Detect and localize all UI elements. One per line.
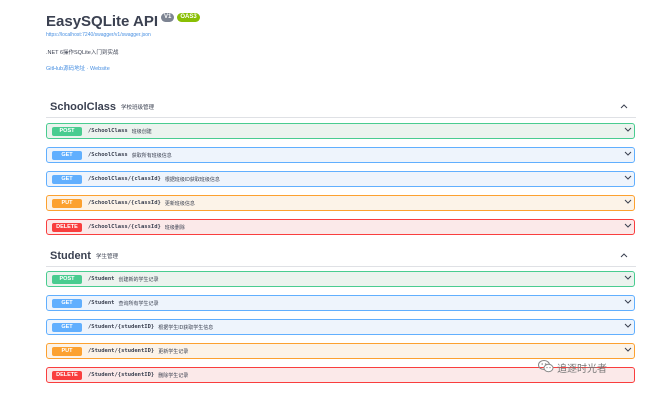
method-badge: DELETE [52,370,82,380]
chevron-down-icon[interactable] [624,275,632,281]
operation-summary: 根据学生ID获取学生信息 [158,324,214,331]
tag-name: SchoolClass [50,101,117,113]
operation-summary: 班级创建 [131,128,152,135]
operation-row[interactable]: GET /SchoolClass 获取所有班级信息 [46,147,635,163]
operation-summary: 获取所有班级信息 [131,152,172,159]
api-title: EasySQLite API [46,13,158,30]
operation-row[interactable]: PUT /SchoolClass/{classId} 更新班级信息 [46,195,635,211]
operation-summary: 根据班级ID获取班级信息 [164,176,220,183]
tag-student[interactable]: Student 学生管理 [46,246,636,267]
chevron-down-icon[interactable] [624,299,632,305]
chevron-down-icon[interactable] [624,175,632,181]
operation-path: /Student/{studentID} [88,372,155,378]
operation-path: /SchoolClass/{classId} [88,176,161,182]
operation-summary: 更新学生记录 [158,348,189,355]
operation-row[interactable]: POST /Student 创建新的学生记录 [46,271,635,287]
operation-path: /SchoolClass [88,128,128,134]
oas-badge: OAS3 [177,13,200,22]
tag-name: Student [50,250,91,262]
operation-row[interactable]: DELETE /SchoolClass/{classId} 班级删除 [46,219,635,235]
method-badge: GET [52,298,82,308]
method-badge: POST [52,274,82,284]
method-badge: GET [52,150,82,160]
version-badge: V1 [161,13,175,22]
operation-path: /Student/{studentID} [88,348,155,354]
method-badge: DELETE [52,222,82,232]
api-info: EasySQLite API V1 OAS3 https://localhost… [46,13,200,72]
watermark-text: 追逐时光者 [557,364,607,375]
operation-summary: 删除学生记录 [158,372,189,379]
operation-row[interactable]: GET /Student/{studentID} 根据学生ID获取学生信息 [46,319,635,335]
operation-row[interactable]: GET /SchoolClass/{classId} 根据班级ID获取班级信息 [46,171,635,187]
tag-description: 学生管理 [95,254,118,260]
wechat-icon [538,359,554,376]
chevron-down-icon[interactable] [624,223,632,229]
api-description: .NET 6操作SQLite入门到实战 [46,50,119,56]
operation-path: /Student/{studentID} [88,324,155,330]
operation-row[interactable]: POST /SchoolClass 班级创建 [46,123,635,139]
operation-summary: 更新班级信息 [164,200,195,207]
operation-path: /Student [88,300,115,306]
chevron-down-icon[interactable] [624,323,632,329]
spec-url-link[interactable]: https://localhost:7240/swagger/v1/swagge… [46,32,200,38]
chevron-up-icon[interactable] [620,101,628,111]
chevron-up-icon[interactable] [620,250,628,260]
operation-summary: 查询所有学生记录 [118,300,159,307]
chevron-down-icon[interactable] [624,151,632,157]
tag-description: 学校班级管理 [121,105,155,111]
method-badge: GET [52,174,82,184]
operation-path: /Student [88,276,115,282]
operation-path: /SchoolClass [88,152,128,158]
operation-summary: 班级删除 [164,224,185,231]
method-badge: PUT [52,198,82,208]
operation-row[interactable]: PUT /Student/{studentID} 更新学生记录 [46,343,635,359]
api-links[interactable]: GitHub源码地址 · Website [46,64,200,72]
chevron-down-icon[interactable] [624,127,632,133]
operation-path: /SchoolClass/{classId} [88,224,161,230]
watermark: 追逐时光者 [538,359,607,376]
method-badge: PUT [52,346,82,356]
swagger-page: EasySQLite API V1 OAS3 https://localhost… [35,9,641,389]
chevron-down-icon[interactable] [624,199,632,205]
operation-path: /SchoolClass/{classId} [88,200,161,206]
method-badge: POST [52,126,82,136]
api-title-row: EasySQLite API V1 OAS3 [46,13,200,30]
tag-schoolclass[interactable]: SchoolClass 学校班级管理 [46,97,636,118]
method-badge: GET [52,322,82,332]
operation-summary: 创建新的学生记录 [118,276,159,283]
chevron-down-icon[interactable] [624,347,632,353]
operation-row[interactable]: GET /Student 查询所有学生记录 [46,295,635,311]
